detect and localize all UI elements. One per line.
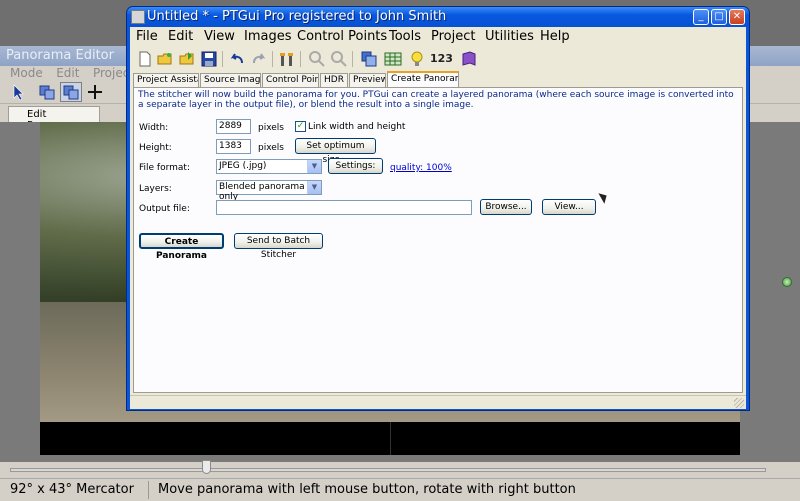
- menu-help[interactable]: Help: [540, 29, 570, 44]
- link-width-height-checkbox[interactable]: ✓: [295, 121, 306, 132]
- panorama-editor-statusbar: 92° x 43° Mercator Move panorama with le…: [0, 478, 800, 501]
- tab-label: Control Points: [266, 75, 318, 85]
- menu-project[interactable]: Project: [431, 29, 475, 44]
- lightbulb-icon[interactable]: [408, 50, 426, 68]
- tab-project-assistant[interactable]: Project Assistant: [133, 73, 199, 87]
- table-icon[interactable]: [384, 50, 402, 68]
- create-panorama-button[interactable]: Create Panorama: [139, 233, 224, 261]
- quality-link[interactable]: quality: 100%: [390, 163, 452, 173]
- numbering-icon[interactable]: 123: [430, 50, 454, 68]
- status-divider: [148, 481, 149, 499]
- tab-edit-panorama[interactable]: Edit Panorama: [8, 106, 100, 131]
- output-file-input[interactable]: [216, 200, 472, 215]
- tab-label: Project Assistant: [137, 75, 198, 85]
- tab-control-points[interactable]: Control Points: [262, 73, 319, 87]
- zoom-out-icon[interactable]: [330, 50, 348, 68]
- menu-file[interactable]: File: [136, 29, 158, 44]
- link-width-height-label: Link width and height: [308, 122, 406, 132]
- toolbar-separator: [222, 51, 223, 67]
- send-to-batch-stitcher-button[interactable]: Send to Batch Stitcher: [234, 233, 323, 260]
- tab-create-panorama[interactable]: Create Panorama: [387, 71, 459, 87]
- view-button[interactable]: View...: [542, 199, 596, 215]
- ptgui-menubar: File Edit View Images Control Points Too…: [130, 27, 746, 47]
- ptgui-toolbar: 123: [130, 47, 746, 71]
- panorama-editor-title: Panorama Editor: [6, 48, 114, 63]
- file-format-select[interactable]: JPEG (.jpg) ▼: [216, 159, 322, 174]
- layers-select[interactable]: Blended panorama only ▼: [216, 180, 322, 202]
- width-label: Width:: [139, 123, 169, 133]
- chevron-down-icon[interactable]: ▼: [307, 160, 321, 173]
- ptgui-statusbar: [130, 395, 746, 409]
- menu-tools[interactable]: Tools: [389, 29, 421, 44]
- resize-grip-icon[interactable]: [734, 398, 744, 408]
- menu-utilities[interactable]: Utilities: [485, 29, 534, 44]
- horizontal-slider-thumb[interactable]: [202, 460, 211, 474]
- menu-images[interactable]: Images: [244, 29, 292, 44]
- menu-control-points[interactable]: Control Points: [297, 29, 387, 44]
- status-hint: Move panorama with left mouse button, ro…: [158, 482, 576, 497]
- panorama-editor-icon[interactable]: [360, 50, 378, 68]
- pano-menu-mode[interactable]: Mode: [10, 66, 43, 80]
- tab-label: Create Panorama: [391, 74, 458, 84]
- minimize-icon[interactable]: _: [693, 9, 709, 25]
- set-optimum-size-button[interactable]: Set optimum size...: [295, 138, 376, 165]
- pano-menu-edit[interactable]: Edit: [56, 66, 79, 80]
- width-input[interactable]: 2889: [216, 119, 251, 134]
- tab-label: Source Images: [204, 75, 261, 85]
- app-icon: [131, 10, 145, 24]
- output-file-label: Output file:: [139, 204, 190, 214]
- ptgui-body: File Edit View Images Control Points Too…: [130, 27, 746, 409]
- close-icon[interactable]: ✕: [729, 9, 745, 25]
- file-format-label: File format:: [139, 163, 190, 173]
- toolbar-separator: [272, 51, 273, 67]
- settings-button[interactable]: Settings:: [328, 158, 383, 174]
- ptgui-tabs: Project Assistant Source Images Control …: [133, 71, 743, 87]
- maximize-icon[interactable]: □: [711, 9, 727, 25]
- menu-edit[interactable]: Edit: [168, 29, 193, 44]
- save-icon[interactable]: [200, 50, 218, 68]
- height-label: Height:: [139, 143, 172, 153]
- browse-button[interactable]: Browse...: [480, 199, 532, 215]
- horizontal-slider-track[interactable]: [10, 468, 766, 472]
- control-points-tool-icon[interactable]: [278, 50, 296, 68]
- open-recent-icon[interactable]: [178, 50, 196, 68]
- height-unit: pixels: [258, 143, 284, 153]
- center-guide-line: [390, 422, 391, 455]
- help-book-icon[interactable]: [460, 50, 478, 68]
- panel-description: The stitcher will now build the panorama…: [138, 90, 734, 110]
- create-panorama-panel: The stitcher will now build the panorama…: [133, 87, 743, 393]
- toolbar-separator: [300, 51, 301, 67]
- height-input[interactable]: 1383: [216, 139, 251, 154]
- crosshair-icon[interactable]: [84, 82, 106, 102]
- layers-value: Blended panorama only: [219, 182, 305, 202]
- menu-view[interactable]: View: [204, 29, 235, 44]
- undo-icon[interactable]: [228, 50, 246, 68]
- chevron-down-icon[interactable]: ▼: [307, 181, 321, 194]
- ptgui-window: Untitled * - PTGui Pro registered to Joh…: [126, 6, 750, 411]
- redo-icon[interactable]: [250, 50, 268, 68]
- image-stack-icon[interactable]: [36, 82, 58, 102]
- tab-hdr[interactable]: HDR: [320, 73, 348, 87]
- tab-preview[interactable]: Preview: [349, 73, 386, 87]
- file-format-value: JPEG (.jpg): [219, 161, 267, 171]
- tab-source-images[interactable]: Source Images: [200, 73, 261, 87]
- new-icon[interactable]: [136, 50, 154, 68]
- pitch-handle[interactable]: [782, 277, 792, 287]
- open-icon[interactable]: [156, 50, 174, 68]
- tab-label: Preview: [353, 75, 386, 85]
- image-layers-icon[interactable]: [60, 82, 82, 102]
- layers-label: Layers:: [139, 184, 172, 194]
- tab-label: HDR: [324, 75, 344, 85]
- projection-readout: 92° x 43° Mercator: [10, 482, 134, 497]
- width-unit: pixels: [258, 123, 284, 133]
- zoom-in-icon[interactable]: [308, 50, 326, 68]
- toolbar-separator: [352, 51, 353, 67]
- window-title: Untitled * - PTGui Pro registered to Joh…: [147, 9, 447, 24]
- ptgui-titlebar[interactable]: Untitled * - PTGui Pro registered to Joh…: [127, 7, 749, 27]
- select-arrow-icon[interactable]: [8, 82, 30, 102]
